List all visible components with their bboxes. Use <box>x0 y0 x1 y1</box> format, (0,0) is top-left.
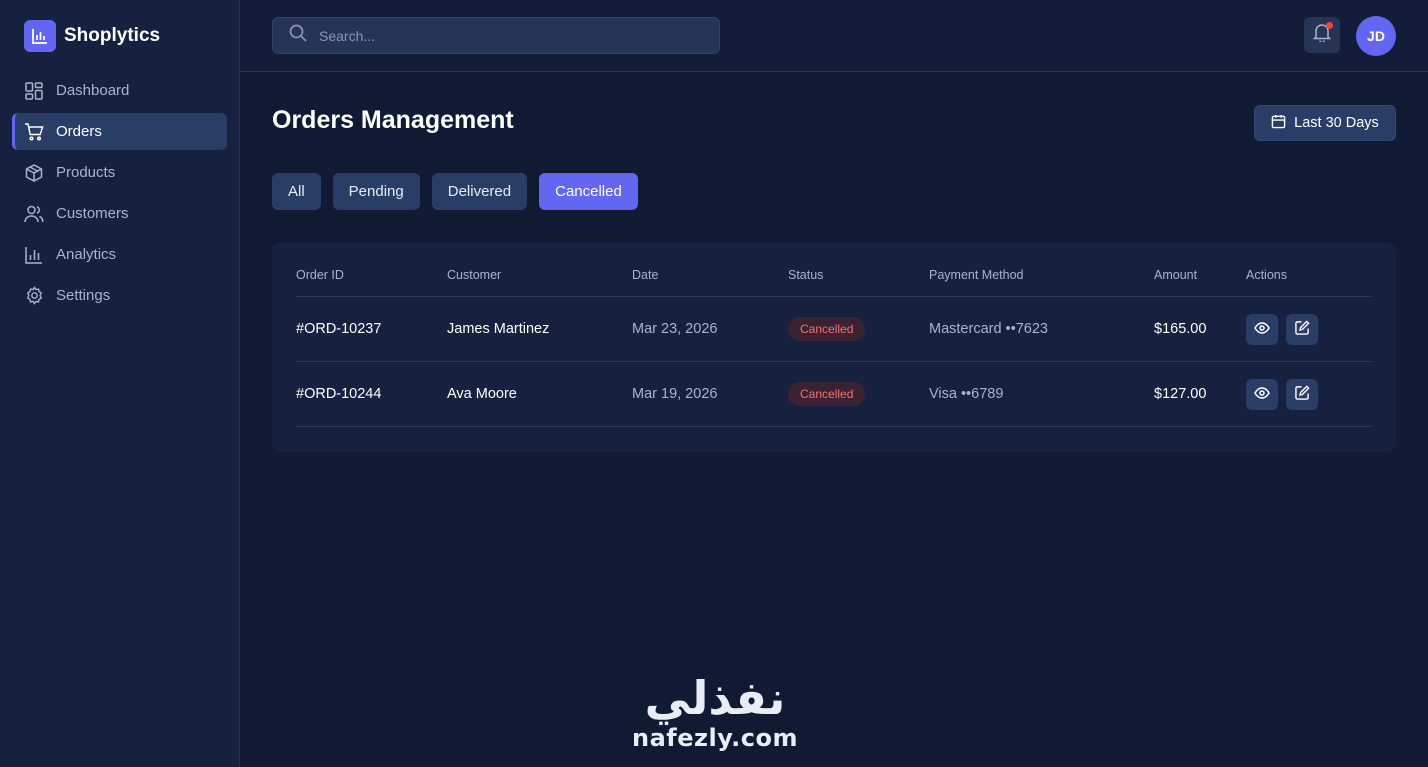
eye-icon <box>1254 386 1270 403</box>
column-header-actions: Actions <box>1246 268 1287 282</box>
column-header-customer: Customer <box>447 268 502 282</box>
table-row: #ORD-10237 James Martinez Mar 23, 2026 C… <box>296 297 1372 362</box>
column-header-status: Status <box>788 268 824 282</box>
sidebar-item-dashboard[interactable]: Dashboard <box>12 72 227 109</box>
dashboard-icon <box>24 81 44 101</box>
gear-icon <box>24 286 44 306</box>
date-range-button[interactable]: Last 30 Days <box>1254 105 1396 141</box>
brand[interactable]: Shoplytics <box>24 20 160 52</box>
order-id: #ORD-10237 <box>296 321 382 337</box>
sidebar-item-settings[interactable]: Settings <box>12 277 227 314</box>
watermark: نفذلي nafezly.com <box>620 672 810 752</box>
search-icon <box>289 24 307 47</box>
order-amount: $165.00 <box>1154 321 1207 337</box>
column-header-date: Date <box>632 268 659 282</box>
sidebar-item-label: Products <box>56 164 116 181</box>
column-header-amount: Amount <box>1154 268 1198 282</box>
logo-icon <box>24 20 56 52</box>
orders-table-card: Order ID Customer Date Status Payment Me… <box>272 242 1396 452</box>
column-header-payment-method: Payment Method <box>929 268 1024 282</box>
order-date: Mar 19, 2026 <box>632 386 718 402</box>
sidebar-item-label: Customers <box>56 205 129 222</box>
order-date: Mar 23, 2026 <box>632 321 718 337</box>
payment-method: Mastercard ••7623 <box>929 321 1048 337</box>
sidebar-nav: Dashboard Orders Products Customers Anal… <box>12 72 227 318</box>
edit-order-button[interactable] <box>1286 314 1318 345</box>
table-row: #ORD-10244 Ava Moore Mar 19, 2026 Cancel… <box>296 362 1372 427</box>
tab-delivered[interactable]: Delivered <box>431 173 528 210</box>
watermark-arabic: نفذلي <box>644 671 786 725</box>
sidebar-item-products[interactable]: Products <box>12 154 227 191</box>
tab-pending[interactable]: Pending <box>332 173 420 210</box>
search-input[interactable] <box>319 27 679 44</box>
order-id: #ORD-10244 <box>296 386 382 402</box>
search-bar[interactable] <box>272 17 720 54</box>
sidebar-item-label: Dashboard <box>56 82 130 99</box>
eye-icon <box>1254 321 1270 338</box>
status-filter-tabs: All Pending Delivered Cancelled <box>272 173 638 210</box>
calendar-icon <box>1271 114 1286 133</box>
edit-icon <box>1294 320 1310 339</box>
view-order-button[interactable] <box>1246 314 1278 345</box>
cart-icon <box>24 122 44 142</box>
sidebar-item-label: Orders <box>56 123 102 140</box>
table-header: Order ID Customer Date Status Payment Me… <box>296 264 1372 297</box>
payment-method: Visa ••6789 <box>929 386 1004 402</box>
watermark-url: nafezly.com <box>632 724 798 752</box>
sidebar-item-orders[interactable]: Orders <box>12 113 227 150</box>
sidebar: Shoplytics Dashboard Orders Products Cus… <box>0 0 240 767</box>
view-order-button[interactable] <box>1246 379 1278 410</box>
status-badge: Cancelled <box>788 382 866 406</box>
notifications-button[interactable] <box>1304 17 1340 53</box>
sidebar-item-analytics[interactable]: Analytics <box>12 236 227 273</box>
sidebar-item-label: Settings <box>56 287 111 304</box>
customer-name: James Martinez <box>447 321 550 337</box>
sidebar-item-customers[interactable]: Customers <box>12 195 227 232</box>
notification-dot <box>1326 22 1333 29</box>
column-header-order-id: Order ID <box>296 268 344 282</box>
edit-icon <box>1294 385 1310 404</box>
brand-name: Shoplytics <box>64 25 161 46</box>
order-amount: $127.00 <box>1154 386 1207 402</box>
tab-cancelled[interactable]: Cancelled <box>539 173 638 210</box>
status-badge: Cancelled <box>788 317 866 341</box>
bar-chart-icon <box>24 245 44 265</box>
sidebar-item-label: Analytics <box>56 246 117 263</box>
page-title: Orders Management <box>272 106 514 134</box>
users-icon <box>24 204 44 224</box>
top-header: JD <box>240 0 1428 72</box>
customer-name: Ava Moore <box>447 386 517 402</box>
avatar[interactable]: JD <box>1356 16 1396 56</box>
box-icon <box>24 163 44 183</box>
edit-order-button[interactable] <box>1286 379 1318 410</box>
tab-all[interactable]: All <box>272 173 321 210</box>
date-range-label: Last 30 Days <box>1294 115 1379 131</box>
